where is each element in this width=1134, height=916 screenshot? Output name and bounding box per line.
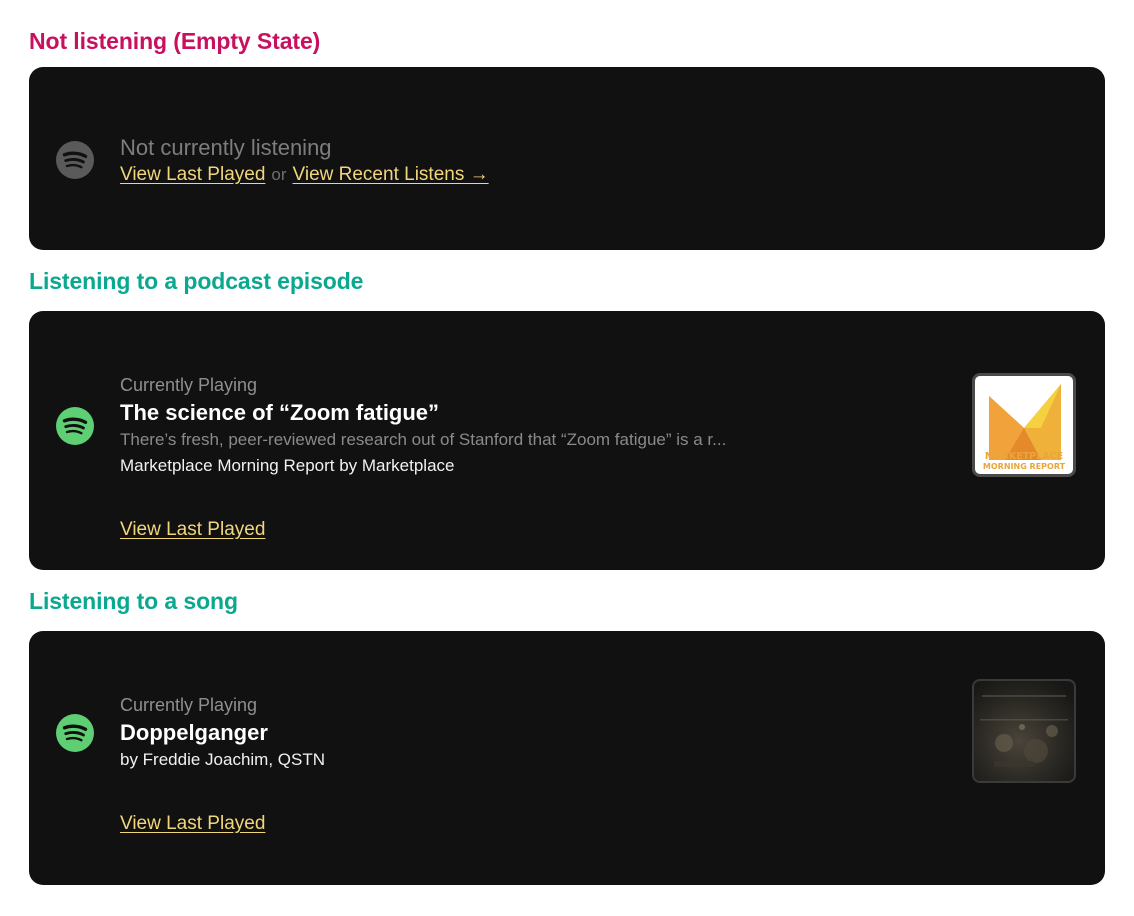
view-last-played-link[interactable]: View Last Played xyxy=(120,519,265,540)
spotify-icon xyxy=(56,714,94,752)
spotify-icon xyxy=(56,141,94,179)
section-heading-empty: Not listening (Empty State) xyxy=(29,28,321,54)
section-heading-podcast: Listening to a podcast episode xyxy=(29,268,364,294)
view-last-played-link[interactable]: View Last Played xyxy=(120,813,265,834)
spotify-icon xyxy=(56,407,94,445)
view-last-played-link[interactable]: View Last Played xyxy=(120,164,265,185)
episode-title: The science of “Zoom fatigue” xyxy=(120,400,440,425)
podcast-links-row: View Last Played xyxy=(120,519,265,542)
empty-links-row: View Last Played or View Recent Listens → xyxy=(120,164,489,187)
now-playing-card-podcast: Currently Playing The science of “Zoom f… xyxy=(29,311,1105,570)
not-listening-status: Not currently listening xyxy=(120,135,332,160)
currently-playing-label: Currently Playing xyxy=(120,695,258,715)
song-artists: by Freddie Joachim, QSTN xyxy=(120,750,326,769)
podcast-show: Marketplace Morning Report by Marketplac… xyxy=(120,456,455,475)
or-separator: or xyxy=(271,165,287,184)
artwork-text-line-2: MORNING REPORT xyxy=(982,462,1066,471)
section-heading-song: Listening to a song xyxy=(29,588,238,614)
now-playing-card-empty: Not currently listening View Last Played… xyxy=(29,67,1105,250)
song-title: Doppelganger xyxy=(120,720,268,745)
song-links-row: View Last Played xyxy=(120,813,265,836)
episode-description: There’s fresh, peer-reviewed research ou… xyxy=(120,430,727,449)
page: Not listening (Empty State) Not currentl… xyxy=(0,0,1134,916)
view-recent-listens-link[interactable]: View Recent Listens → xyxy=(293,164,489,185)
podcast-artwork: MARKETPLACE MORNING REPORT xyxy=(972,373,1076,477)
now-playing-card-song: Currently Playing Doppelganger by Freddi… xyxy=(29,631,1105,885)
currently-playing-label: Currently Playing xyxy=(120,375,258,395)
artwork-text-line-1: MARKETPLACE xyxy=(984,451,1064,462)
album-artwork xyxy=(972,679,1076,783)
